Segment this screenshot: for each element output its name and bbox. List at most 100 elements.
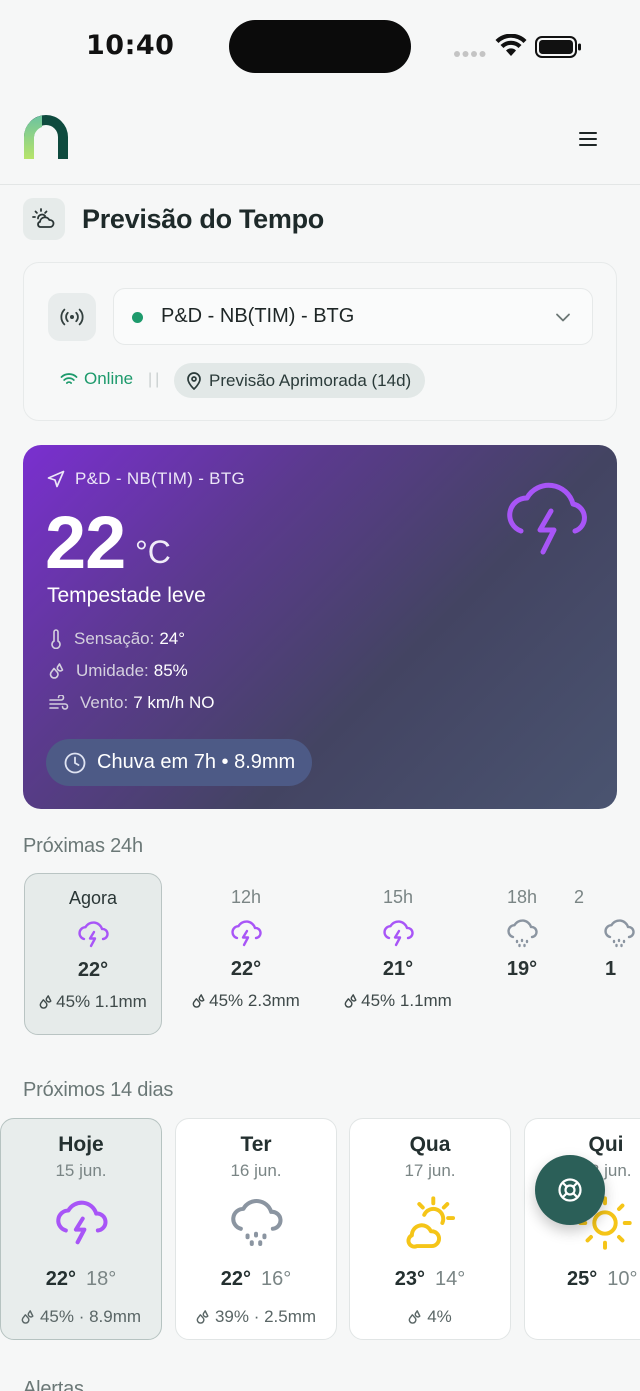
thunderstorm-icon: [383, 920, 414, 947]
thunderstorm-icon: [507, 482, 587, 555]
feels-like-row: Sensação: 24°: [49, 629, 185, 649]
forecast-mode-chip[interactable]: Previsão Aprimorada (14d): [174, 363, 426, 398]
rain-cloud-icon: [604, 919, 635, 948]
page-title-row: Previsão do Tempo: [23, 197, 324, 241]
rain-alert-pill[interactable]: Chuva em 7h • 8.9mm: [46, 739, 313, 786]
current-location: P&D - NB(TIM) - BTG: [47, 469, 245, 489]
navigation-arrow-icon: [47, 470, 65, 488]
daily-rain: 39% · 2.5mm: [176, 1307, 336, 1327]
hourly-time: 15h: [382, 887, 414, 907]
droplets-icon: [344, 994, 357, 1008]
thunderstorm-icon: [78, 921, 109, 948]
feels-like-value: 24°: [159, 629, 186, 648]
droplets-icon: [49, 663, 64, 679]
daily-day-name: Hoje: [58, 1133, 104, 1156]
daily-rain-text: 39% · 2.5mm: [214, 1307, 317, 1326]
daily-temps: 22° 18°: [1, 1268, 161, 1291]
wifi-icon: [495, 34, 527, 56]
daily-temps: 25° 10°: [567, 1268, 638, 1291]
daily-date: 16 jun.: [230, 1161, 282, 1180]
map-pin-icon: [187, 371, 201, 390]
app-header: [0, 95, 640, 185]
temperature-unit: °C: [135, 534, 171, 570]
daily-date: 15 jun.: [55, 1161, 107, 1180]
hourly-item[interactable]: Agora 22° 45% 1.1mm: [24, 873, 162, 1035]
feels-like-label: Sensação:: [74, 629, 155, 648]
hourly-item[interactable]: 12h 22° 45% 2.3mm: [177, 873, 315, 1035]
daily-max: 22°: [45, 1268, 76, 1290]
daily-card[interactable]: Qui 18 jun. 25° 10°: [524, 1118, 640, 1340]
daily-day-name: Qua: [409, 1133, 451, 1156]
current-condition: Tempestade leve: [47, 584, 206, 607]
current-weather-card: P&D - NB(TIM) - BTG 22 °C Tempestade lev…: [23, 445, 617, 809]
hourly-rain: 45% 2.3mm: [177, 991, 315, 1011]
online-status-label: Online: [84, 369, 134, 388]
forecast-mode-label: Previsão Aprimorada (14d): [209, 370, 412, 390]
online-status: Online: [60, 369, 133, 389]
daily-date: 17 jun.: [404, 1161, 456, 1180]
station-select-value: P&D - NB(TIM) - BTG: [161, 305, 355, 327]
chevron-down-icon: [556, 313, 570, 322]
station-card: P&D - NB(TIM) - BTG Online || Previsão A…: [23, 262, 617, 421]
hourly-item[interactable]: 2 1: [560, 873, 640, 1035]
daily-rain: 45% · 8.9mm: [1, 1307, 161, 1327]
wind-icon: [49, 695, 69, 710]
daily-min: 16°: [261, 1268, 292, 1290]
hourly-rain: 45% 1.1mm: [25, 992, 161, 1012]
current-temperature: 22: [45, 501, 126, 584]
hourly-rain-text: 45% 1.1mm: [361, 991, 452, 1010]
droplets-icon: [39, 995, 52, 1009]
alerts-section-title: Alertas: [23, 1378, 84, 1391]
hourly-temp: 22°: [77, 959, 109, 981]
current-location-label: P&D - NB(TIM) - BTG: [75, 469, 246, 488]
thermometer-icon: [51, 629, 61, 649]
sun-cloud-icon: [23, 198, 65, 240]
daily-temps: 23° 14°: [350, 1268, 510, 1291]
daily-max: 25°: [567, 1268, 598, 1290]
help-fab-button[interactable]: [535, 1155, 605, 1225]
droplets-icon: [21, 1310, 34, 1324]
menu-button[interactable]: [570, 121, 606, 157]
daily-max: 23°: [394, 1268, 425, 1290]
daily-card[interactable]: Hoje 15 jun. 22° 18° 45% · 8.9mm: [0, 1118, 162, 1340]
hourly-time: 2: [574, 887, 585, 907]
daily-rain: 4%: [350, 1307, 510, 1327]
page-title: Previsão do Tempo: [82, 203, 324, 234]
droplets-icon: [192, 994, 205, 1008]
hourly-temp: 22°: [230, 958, 262, 980]
wind-row: Vento: 7 km/h NO: [49, 693, 214, 713]
hamburger-icon: [579, 132, 597, 146]
hourly-rain-text: 45% 2.3mm: [209, 991, 300, 1010]
hourly-rain: 45% 1.1mm: [329, 991, 467, 1011]
daily-rain-text: 45% · 8.9mm: [39, 1307, 142, 1326]
online-dot: [132, 312, 143, 323]
humidity-value: 85%: [153, 661, 188, 680]
hourly-rain-text: 45% 1.1mm: [56, 992, 147, 1011]
wifi-small-icon: [60, 373, 78, 384]
daily-day-name: Ter: [240, 1133, 272, 1156]
daily-card[interactable]: Qua 17 jun. 23° 14° 4%: [349, 1118, 511, 1340]
wind-value: 7 km/h NO: [133, 693, 215, 712]
droplets-icon: [196, 1310, 209, 1324]
n-logo[interactable]: [22, 113, 72, 161]
lifebuoy-icon: [558, 1178, 582, 1202]
daily-card[interactable]: Ter 16 jun. 22° 16° 39% · 2.5mm: [175, 1118, 337, 1340]
broadcast-icon: [60, 308, 84, 326]
hourly-time: Agora: [68, 888, 118, 908]
battery-icon: [535, 36, 581, 58]
daily-max: 22°: [220, 1268, 251, 1290]
station-signal-button[interactable]: [48, 293, 96, 341]
wind-label: Vento:: [80, 693, 129, 712]
status-time: 10:40: [86, 30, 175, 61]
divider: ||: [148, 371, 163, 388]
station-select[interactable]: P&D - NB(TIM) - BTG: [113, 288, 593, 345]
rain-cloud-icon: [231, 1198, 283, 1246]
daily-min: 18°: [86, 1268, 117, 1290]
dynamic-island: [229, 20, 411, 73]
daily-min: 14°: [435, 1268, 466, 1290]
daily-rain-text: 4%: [427, 1307, 452, 1326]
daily-temps: 22° 16°: [176, 1268, 336, 1291]
droplets-icon: [408, 1310, 421, 1324]
hourly-item[interactable]: 15h 21° 45% 1.1mm: [329, 873, 467, 1035]
humidity-label: Umidade:: [76, 661, 149, 680]
